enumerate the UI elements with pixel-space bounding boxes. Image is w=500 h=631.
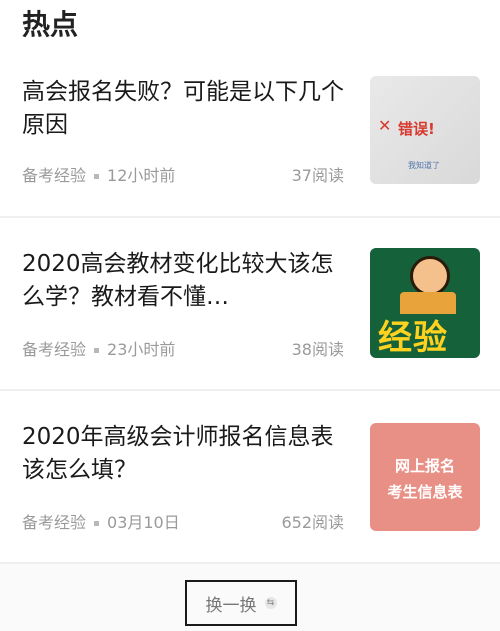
article-card[interactable]: 2020高会教材变化比较大该怎么学？教材看不懂… 备考经验 23小时前 38阅读… [0,218,500,389]
refresh-label: 换一换 [205,595,257,616]
thumbnail-line1: 网上报名 [394,457,455,475]
separator-dot-icon [94,520,100,526]
separator-dot-icon [94,347,100,353]
thumbnail-text: 经验 [378,318,448,358]
article-thumbnail[interactable]: 网上报名 考生信息表 [370,423,480,531]
article-source: 备考经验 [22,340,87,359]
article-source: 备考经验 [22,166,87,185]
article-meta: 备考经验 12小时前 37阅读 [22,165,344,187]
footer: 换一换 ⇆ [0,564,500,631]
refresh-button[interactable]: 换一换 ⇆ [185,580,297,626]
article-thumbnail[interactable]: ✕ 错误! 我知道了 [370,76,480,184]
article-title[interactable]: 2020高会教材变化比较大该怎么学？教材看不懂… [22,248,352,314]
error-x-icon: ✕ [378,116,392,135]
refresh-icon: ⇆ [264,597,277,609]
article-time: 23小时前 [107,340,176,359]
article-time: 03月10日 [107,513,180,532]
article-source: 备考经验 [22,513,87,532]
article-meta: 备考经验 03月10日 652阅读 [22,512,344,534]
article-reads: 652阅读 [281,513,344,532]
student-head-icon [410,256,450,296]
article-card[interactable]: 高会报名失败？可能是以下几个原因 备考经验 12小时前 37阅读 ✕ 错误! 我… [0,46,500,216]
section-title: 热点 [22,8,79,41]
article-title[interactable]: 高会报名失败？可能是以下几个原因 [22,76,352,142]
thumbnail-line2: 考生信息表 [387,483,463,501]
article-card[interactable]: 2020年高级会计师报名信息表该怎么填？ 备考经验 03月10日 652阅读 网… [0,391,500,562]
thumbnail-error-text: 错误! [398,120,435,138]
article-time: 12小时前 [107,166,176,185]
thumbnail-small-text: 我知道了 [408,161,440,170]
article-thumbnail[interactable]: 经验 [370,248,480,358]
article-meta: 备考经验 23小时前 38阅读 [22,339,344,361]
article-reads: 37阅读 [291,166,344,185]
separator-dot-icon [94,173,100,179]
article-reads: 38阅读 [291,340,344,359]
article-title[interactable]: 2020年高级会计师报名信息表该怎么填？ [22,421,352,487]
